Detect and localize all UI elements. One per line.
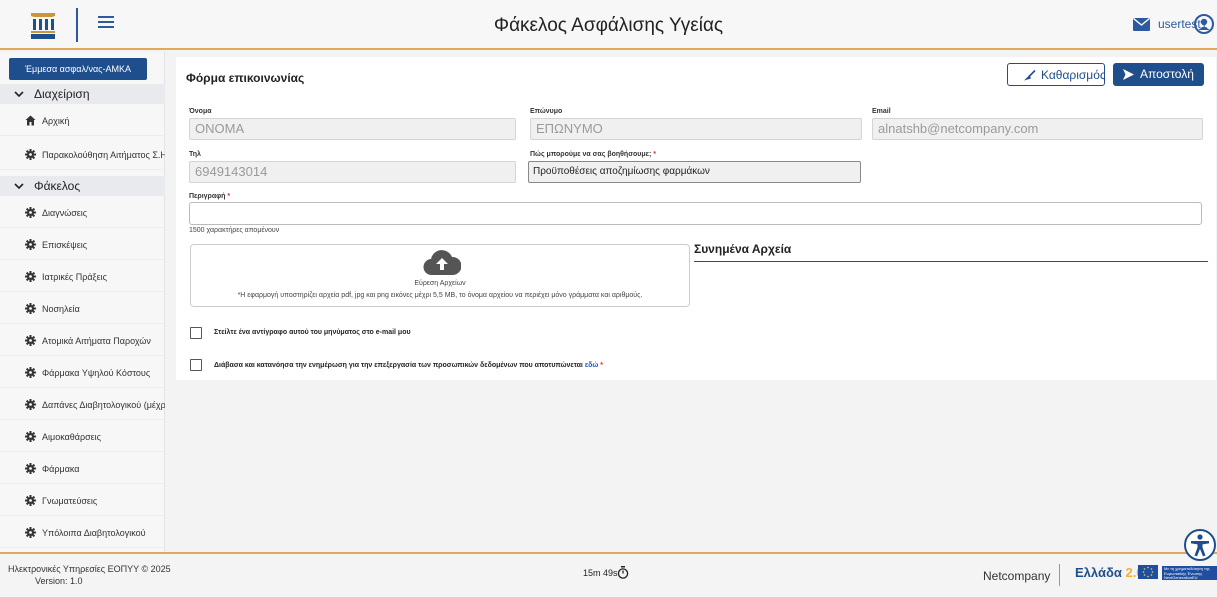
sidebar-item-label: Νοσηλεία (42, 304, 80, 314)
chevron-down-icon (14, 91, 24, 98)
help-topic-label: Πώς μπορούμε να σας βοηθήσουμε; * (530, 151, 656, 158)
chevron-down-icon (14, 183, 24, 190)
home-icon (25, 115, 36, 126)
description-input[interactable] (189, 202, 1202, 225)
sidebar-item-label: Διαγνώσεις (42, 208, 88, 218)
sidebar-folder-item[interactable]: Επισκέψεις (0, 230, 165, 260)
copy-email-label: Στείλτε ένα αντίγραφο αυτού του μηνύματο… (214, 329, 411, 336)
eu-flag-icon (1138, 565, 1158, 579)
sidebar-item-label: Επισκέψεις (42, 240, 88, 250)
company-name: Netcompany (983, 569, 1051, 583)
description-label: Περιγραφή * (189, 193, 231, 200)
file-upload-dropzone[interactable]: Εύρεση Αρχείων *Η εφαρμογή υποστηρίζει α… (190, 244, 690, 307)
chars-remaining: 1500 χαρακτήρες απομένουν (189, 227, 280, 234)
email-field: alnatshb@netcompany.com (872, 118, 1203, 140)
section-folder[interactable]: Φάκελος (0, 176, 165, 196)
first-name-label: Όνομα (189, 108, 212, 115)
gear-icon (25, 463, 36, 474)
sidebar-item-label: Ιατρικές Πράξεις (42, 272, 107, 282)
privacy-link[interactable]: εδώ (585, 362, 598, 369)
sidebar-item-label: Γνωματεύσεις (42, 496, 98, 506)
upload-label: Εύρεση Αρχείων (414, 280, 466, 287)
clear-button-label: Καθαρισμός (1041, 68, 1106, 82)
phone-label: Τηλ (189, 151, 201, 158)
email-label: Email (872, 108, 891, 115)
gear-icon (25, 207, 36, 218)
contact-form-card: Φόρμα επικοινωνίας Καθαρισμός Αποστολή Ό… (176, 57, 1216, 380)
form-title: Φόρμα επικοινωνίας (186, 71, 305, 85)
privacy-label: Διάβασα και κατανόησα την ενημέρωση για … (214, 362, 603, 369)
sidebar-folder-item[interactable]: Νοσηλεία (0, 294, 165, 324)
sidebar-item-label: Φάρμακα (42, 464, 80, 474)
sidebar-item-label: Φάρμακα Υψηλού Κόστους (42, 368, 151, 378)
attachments-title: Συνημένα Αρχεία (694, 242, 792, 256)
send-button[interactable]: Αποστολή (1113, 63, 1204, 86)
sidebar: Έμμεσα ασφαλ/νας-ΑΜΚΑ Διαχείριση Αρχική … (0, 52, 165, 552)
copyright: Ηλεκτρονικές Υπηρεσίες ΕΟΠΥΥ © 2025 (8, 564, 171, 574)
user-avatar-icon[interactable] (1194, 14, 1214, 34)
gear-icon (25, 527, 36, 538)
sidebar-item-label: Παρακολούθηση Αιτήματος Σ.Η.Π. (42, 150, 165, 160)
last-name-label: Επώνυμο (530, 108, 563, 115)
gear-icon (25, 271, 36, 282)
sidebar-folder-item[interactable]: Ιατρικές Πράξεις (0, 262, 165, 292)
sidebar-folder-item[interactable]: Δαπάνες Διαβητολογικού (μέχρι και (0, 390, 165, 420)
privacy-checkbox[interactable] (190, 359, 202, 371)
attachments-divider (694, 261, 1208, 262)
clear-button[interactable]: Καθαρισμός (1007, 63, 1106, 86)
sidebar-item-label: Αρχική (42, 116, 70, 126)
cloud-upload-icon (423, 250, 461, 276)
app-title: Φάκελος Ασφάλισης Υγείας (493, 15, 724, 36)
gear-icon (25, 149, 36, 160)
section-folder-label: Φάκελος (34, 179, 81, 193)
sidebar-folder-item[interactable]: Αιμοκαθάρσεις (0, 422, 165, 452)
first-name-field: ΟΝΟΜΑ (189, 118, 516, 140)
sidebar-folder-item[interactable]: Υπόλοιπα Διαβητολογικού (0, 518, 165, 548)
eu-funding-text: Με τη χρηματοδότηση της Ευρωπαϊκής Ένωση… (1162, 566, 1217, 580)
sidebar-folder-item[interactable]: Φάρμακα (0, 454, 165, 484)
sidebar-folder-item[interactable]: Ατομικά Αιτήματα Παροχών (0, 326, 165, 356)
gear-icon (25, 399, 36, 410)
ellada-logo: Ελλάδα 2.0 (1075, 565, 1144, 580)
sidebar-item-label: Αιμοκαθάρσεις (42, 432, 102, 442)
sidebar-folder-item[interactable]: Φάρμακα Υψηλού Κόστους (0, 358, 165, 388)
sidebar-item-home[interactable]: Αρχική (0, 106, 165, 136)
section-admin-label: Διαχείριση (34, 87, 90, 101)
amka-button[interactable]: Έμμεσα ασφαλ/νας-ΑΜΚΑ (9, 58, 147, 80)
copy-email-checkbox[interactable] (190, 327, 202, 339)
gear-icon (25, 239, 36, 250)
accessibility-icon (1191, 534, 1209, 557)
section-admin[interactable]: Διαχείριση (0, 84, 165, 104)
gear-icon (25, 431, 36, 442)
sidebar-item-request-tracking[interactable]: Παρακολούθηση Αιτήματος Σ.Η.Π. (0, 140, 165, 170)
gear-icon (25, 303, 36, 314)
sidebar-item-label: Ατομικά Αιτήματα Παροχών (42, 336, 151, 346)
sidebar-item-label: Υπόλοιπα Διαβητολογικού (42, 528, 146, 538)
app-header: Φάκελος Ασφάλισης Υγείας usertest1 (0, 0, 1217, 50)
send-button-label: Αποστολή (1140, 67, 1194, 81)
phone-field: 6949143014 (189, 161, 516, 183)
footer-divider (1059, 564, 1060, 586)
sidebar-folder-item[interactable]: Διαγνώσεις (0, 198, 165, 228)
stopwatch-icon (617, 566, 629, 579)
mail-icon[interactable] (1133, 18, 1150, 31)
version: Version: 1.0 (35, 576, 83, 586)
gear-icon (25, 335, 36, 346)
help-topic-select[interactable]: Προϋποθέσεις αποζημίωσης φαρμάκων (528, 161, 861, 183)
sidebar-folder-item[interactable]: Γνωματεύσεις (0, 486, 165, 516)
gear-icon (25, 367, 36, 378)
broom-icon (1024, 70, 1036, 81)
gear-icon (25, 495, 36, 506)
session-timer: 15m 49s (583, 568, 618, 578)
last-name-field: ΕΠΩΝΥΜΟ (530, 118, 862, 140)
sidebar-item-label: Δαπάνες Διαβητολογικού (μέχρι και (42, 400, 165, 410)
upload-hint: *Η εφαρμογή υποστηρίζει αρχεία pdf, jpg … (237, 292, 643, 299)
send-icon (1123, 69, 1134, 80)
accessibility-button[interactable] (1184, 529, 1216, 561)
app-footer: Ηλεκτρονικές Υπηρεσίες ΕΟΠΥΥ © 2025 Vers… (0, 552, 1217, 597)
